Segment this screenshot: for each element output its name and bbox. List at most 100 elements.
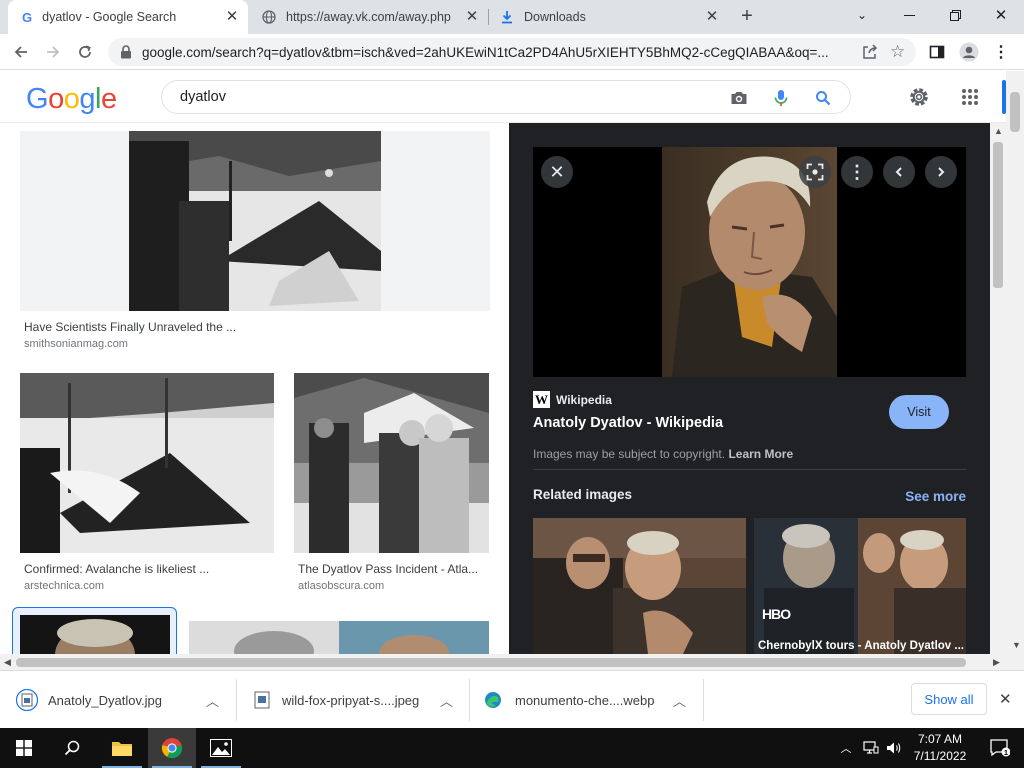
close-window-button[interactable]: ✕ <box>978 0 1024 30</box>
result-image-1[interactable] <box>20 131 490 311</box>
related-images-heading: Related images <box>533 487 633 502</box>
related-image-2[interactable]: HBO ChernobylX tours - Anatoly Dyatlov .… <box>754 518 966 654</box>
photos-icon <box>210 739 232 757</box>
settings-gear-icon[interactable] <box>907 85 931 109</box>
show-hidden-icons-chevron-icon[interactable]: ︿ <box>836 728 856 768</box>
related-image-title: ChernobylX tours - Anatoly Dyatlov ... <box>758 640 964 652</box>
portrait-thumb <box>189 621 489 654</box>
lens-icon <box>806 163 824 181</box>
reload-button[interactable] <box>72 39 98 65</box>
chrome-taskbar-button[interactable] <box>148 728 196 768</box>
camera-search-icon[interactable] <box>729 88 749 108</box>
result-image-3[interactable] <box>294 373 489 553</box>
download-separator <box>703 679 704 721</box>
new-tab-button[interactable]: + <box>736 6 758 28</box>
tab-close-icon[interactable]: ✕ <box>224 9 240 25</box>
panel-divider <box>533 469 966 470</box>
download-chevron-icon[interactable]: ︿ <box>440 691 453 710</box>
wikipedia-icon: W <box>533 391 550 408</box>
result-title[interactable]: Have Scientists Finally Unraveled the ..… <box>24 320 484 334</box>
search-button[interactable] <box>48 728 96 768</box>
notification-icon: 1 <box>990 739 1010 757</box>
preview-image[interactable]: ✕ ⋮ <box>533 147 966 377</box>
google-logo[interactable]: Google <box>26 83 117 116</box>
start-button[interactable] <box>0 728 48 768</box>
forward-arrow-icon <box>47 46 60 58</box>
lens-search-button[interactable] <box>799 156 831 188</box>
scroll-left-arrow-icon[interactable]: ◀ <box>4 657 11 668</box>
scroll-up-arrow-icon[interactable]: ▲ <box>994 126 1003 136</box>
scroll-right-arrow-icon[interactable]: ▶ <box>993 657 1000 668</box>
preview-source[interactable]: W Wikipedia <box>533 391 612 408</box>
reload-icon <box>79 45 91 58</box>
tab-close-icon[interactable]: ✕ <box>704 9 720 25</box>
related-image-1[interactable] <box>533 518 746 654</box>
visit-button[interactable]: Visit <box>889 395 949 429</box>
file-explorer-button[interactable] <box>98 728 146 768</box>
forward-button[interactable] <box>40 39 66 65</box>
google-header: Google <box>0 71 1006 123</box>
chrome-menu-icon[interactable]: ⋮ <box>988 39 1014 65</box>
learn-more-link[interactable]: Learn More <box>728 447 793 461</box>
panel-scrollbar-thumb[interactable] <box>993 142 1003 288</box>
google-favicon-icon: G <box>22 9 33 25</box>
search-box <box>161 80 851 114</box>
restore-button[interactable] <box>932 0 978 30</box>
see-more-link[interactable]: See more <box>905 489 966 504</box>
result-image-5[interactable] <box>189 621 489 654</box>
tab-downloads[interactable]: Downloads ✕ <box>490 0 728 34</box>
download-chevron-icon[interactable]: ︿ <box>206 691 219 710</box>
tab-title: dyatlov - Google Search <box>42 10 177 24</box>
search-icon[interactable] <box>813 88 833 108</box>
scroll-down-arrow-icon[interactable]: ▼ <box>1012 640 1021 650</box>
share-icon[interactable] <box>862 44 878 60</box>
photos-button[interactable] <box>197 728 245 768</box>
result-image-4-selected[interactable] <box>12 607 177 654</box>
download-shelf: Anatoly_Dyatlov.jpg ︿ wild-fox-pripyat-s… <box>0 670 1024 728</box>
page-scrollbar-thumb[interactable] <box>1010 92 1020 132</box>
profile-button[interactable] <box>956 39 982 65</box>
image-file-icon <box>254 691 270 709</box>
tab-close-icon[interactable]: ✕ <box>464 9 480 25</box>
download-filename: Anatoly_Dyatlov.jpg <box>48 692 162 708</box>
clock-date: 7/11/2022 <box>913 749 967 763</box>
tab-google-search[interactable]: G dyatlov - Google Search ✕ <box>8 0 248 34</box>
google-logo-letter: o <box>63 83 80 115</box>
system-clock[interactable]: 7:07 AM 7/11/2022 <box>900 731 980 765</box>
address-bar[interactable]: google.com/search?q=dyatlov&tbm=isch&ved… <box>108 38 916 66</box>
page-vertical-scrollbar[interactable] <box>1006 71 1024 654</box>
url-text[interactable]: google.com/search?q=dyatlov&tbm=isch&ved… <box>142 45 848 60</box>
chevron-right-icon <box>938 167 945 177</box>
show-all-downloads-button[interactable]: Show all <box>911 683 987 715</box>
result-image-2[interactable] <box>20 373 274 553</box>
close-download-shelf-icon[interactable]: ✕ <box>999 690 1012 708</box>
network-tray[interactable] <box>860 728 882 768</box>
download-chevron-icon[interactable]: ︿ <box>673 691 686 710</box>
result-source: atlasobscura.com <box>298 580 385 592</box>
voice-search-icon[interactable] <box>771 88 791 108</box>
download-item-1[interactable]: Anatoly_Dyatlov.jpg <box>16 683 162 717</box>
action-center-button[interactable]: 1 <box>980 728 1020 768</box>
download-item-2[interactable]: wild-fox-pripyat-s....jpeg <box>254 683 419 717</box>
tab-title: Downloads <box>524 10 586 24</box>
side-panel-button[interactable] <box>924 39 950 65</box>
result-title[interactable]: Confirmed: Avalanche is likeliest ... <box>24 562 270 576</box>
chernobyl-hbo-photo <box>754 518 966 654</box>
back-button[interactable] <box>8 39 34 65</box>
apps-grid-icon[interactable] <box>958 85 982 109</box>
close-preview-button[interactable]: ✕ <box>541 156 573 188</box>
download-item-3[interactable]: monumento-che....webp <box>484 683 654 717</box>
more-options-icon[interactable]: ⋮ <box>841 156 873 188</box>
close-icon: ✕ <box>549 161 565 182</box>
search-input[interactable] <box>180 87 700 107</box>
download-filename: monumento-che....webp <box>515 692 655 708</box>
minimize-button[interactable] <box>886 0 932 30</box>
previous-image-button[interactable] <box>883 156 915 188</box>
tab-vk-away[interactable]: https://away.vk.com/away.php ✕ <box>250 0 488 34</box>
preview-title[interactable]: Anatoly Dyatlov - Wikipedia <box>533 415 723 431</box>
tab-search-chevron-icon[interactable]: ⌄ <box>839 0 885 30</box>
horizontal-scrollbar-thumb[interactable] <box>16 658 966 667</box>
bookmark-star-icon[interactable]: ☆ <box>890 42 905 62</box>
next-image-button[interactable] <box>925 156 957 188</box>
result-title[interactable]: The Dyatlov Pass Incident - Atla... <box>298 562 486 576</box>
